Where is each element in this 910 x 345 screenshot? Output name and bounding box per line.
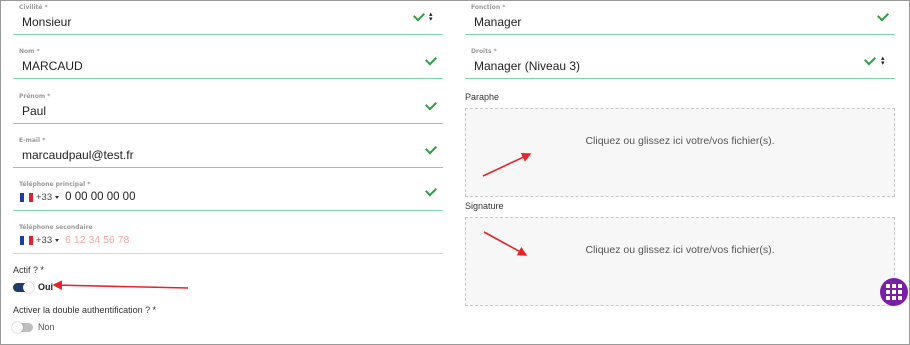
telephone-secondaire-field[interactable]: Téléphone secondaire +33 6 12 34 56 78 xyxy=(13,220,443,254)
prenom-field[interactable]: Prénom * Paul xyxy=(13,89,443,124)
prenom-label: Prénom * xyxy=(19,93,51,100)
paraphe-drop-text: Cliquez ou glissez ici votre/vos fichier… xyxy=(585,135,775,147)
up-down-chevron-icon[interactable]: ▴ ▾ xyxy=(881,55,885,67)
email-field[interactable]: E-mail * marcaudpaul@test.fr xyxy=(13,133,443,168)
signature-label: Signature xyxy=(465,201,504,211)
prenom-value: Paul xyxy=(22,104,47,118)
actif-toggle[interactable] xyxy=(13,282,34,293)
grid-menu-icon[interactable] xyxy=(880,278,908,306)
fonction-label: Fonction * xyxy=(471,4,506,11)
check-icon xyxy=(424,184,438,197)
signature-drop-text: Cliquez ou glissez ici votre/vos fichier… xyxy=(585,244,775,256)
telephone-secondaire-placeholder: 6 12 34 56 78 xyxy=(65,234,130,246)
paraphe-dropzone[interactable]: Cliquez ou glissez ici votre/vos fichier… xyxy=(465,108,895,197)
telephone-principal-value: 0 00 00 00 00 xyxy=(65,191,136,203)
telephone-secondaire-label: Téléphone secondaire xyxy=(19,224,93,231)
france-flag-icon xyxy=(20,235,33,245)
check-icon xyxy=(424,53,438,66)
double-auth-label: Activer la double authentification ? * xyxy=(13,305,157,315)
check-icon xyxy=(876,9,890,22)
telephone-principal-label: Téléphone principal * xyxy=(19,181,91,188)
nom-value: MARCAUD xyxy=(22,59,83,73)
double-auth-state: Non xyxy=(38,322,55,332)
check-icon xyxy=(424,98,438,111)
chevron-down-icon[interactable] xyxy=(55,195,60,199)
chevron-down-icon[interactable] xyxy=(55,238,60,242)
paraphe-label: Paraphe xyxy=(465,92,500,102)
up-down-chevron-icon[interactable]: ▴ ▾ xyxy=(429,11,433,23)
fonction-value: Manager xyxy=(474,15,522,29)
check-icon xyxy=(412,9,426,22)
country-code[interactable]: +33 xyxy=(36,235,52,246)
civilite-select[interactable]: Civilité * Monsieur ▴ ▾ xyxy=(13,0,443,35)
civilite-label: Civilité * xyxy=(19,4,48,11)
nom-field[interactable]: Nom * MARCAUD xyxy=(13,44,443,79)
signature-dropzone[interactable]: Cliquez ou glissez ici votre/vos fichier… xyxy=(465,217,895,306)
double-auth-toggle[interactable] xyxy=(12,322,33,333)
telephone-principal-field[interactable]: Téléphone principal * +33 0 00 00 00 00 xyxy=(13,177,443,211)
fonction-field[interactable]: Fonction * Manager xyxy=(465,0,895,35)
check-icon xyxy=(424,142,438,155)
email-label: E-mail * xyxy=(19,137,46,144)
email-value: marcaudpaul@test.fr xyxy=(22,148,134,162)
droits-label: Droits * xyxy=(471,48,497,55)
civilite-value: Monsieur xyxy=(22,15,72,29)
check-icon xyxy=(863,53,877,66)
france-flag-icon xyxy=(20,192,33,202)
actif-label: Actif ? * xyxy=(13,265,45,275)
droits-value: Manager (Niveau 3) xyxy=(474,59,581,73)
actif-state: Oui xyxy=(38,282,53,292)
country-code[interactable]: +33 xyxy=(36,192,52,203)
droits-select[interactable]: Droits * Manager (Niveau 3) ▴ ▾ xyxy=(465,44,895,79)
nom-label: Nom * xyxy=(19,48,40,55)
